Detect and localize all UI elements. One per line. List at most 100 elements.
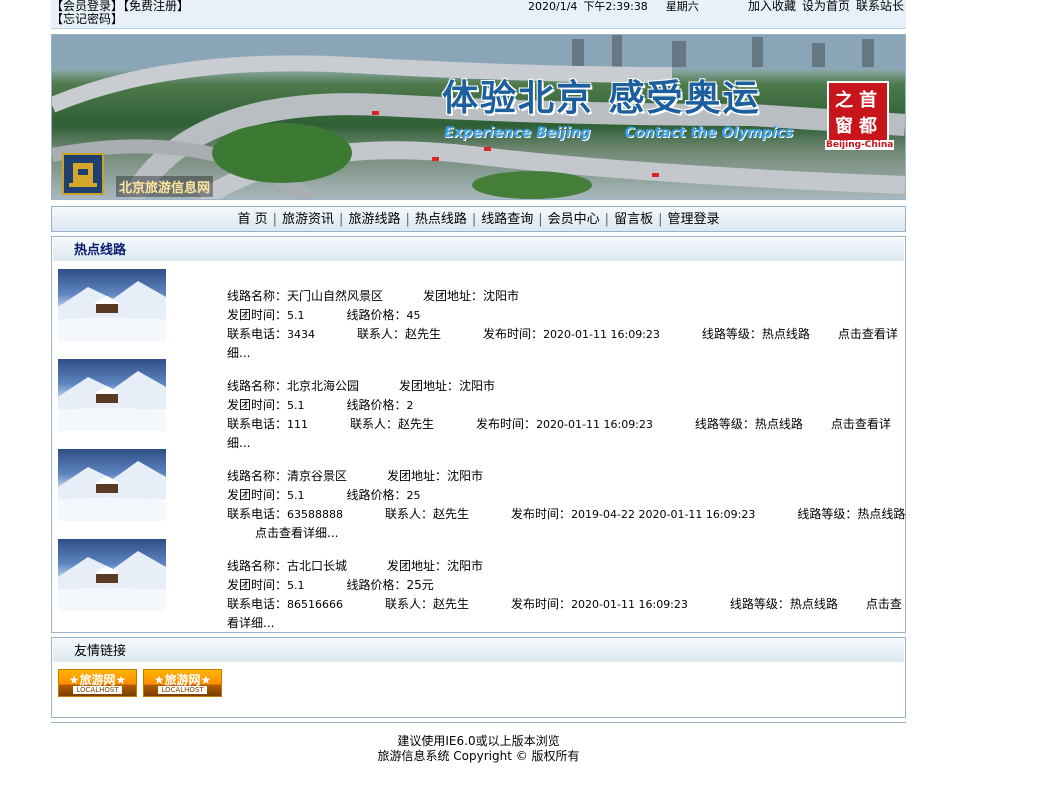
route-thumbnail[interactable] — [58, 449, 166, 521]
nav-member-center[interactable]: 会员中心 — [548, 212, 600, 227]
route-name-label: 线路名称： — [227, 379, 288, 393]
route-publish-time: 2020-01-11 16:09:23 — [543, 328, 660, 341]
nav-separator: | — [658, 212, 663, 227]
route-contact-label: 联系人： — [357, 327, 406, 341]
route-level-label: 线路等级： — [694, 417, 755, 431]
route-thumbnail[interactable] — [58, 359, 166, 431]
date-text: 2020/1/4 — [528, 0, 578, 13]
route-origin-label: 发团地址： — [423, 289, 484, 303]
nav-admin-login[interactable]: 管理登录 — [667, 212, 719, 227]
nav-travel-news[interactable]: 旅游资讯 — [282, 212, 334, 227]
capital-seal-icon: 首 都 之 窗 — [827, 81, 889, 145]
route-origin: 沈阳市 — [447, 469, 484, 483]
route-price-label: 线路价格： — [346, 398, 407, 412]
nav-route-search[interactable]: 线路查询 — [481, 212, 533, 227]
route-level-label: 线路等级： — [797, 507, 858, 521]
route-phone-label: 联系电话： — [227, 417, 288, 431]
register-link[interactable]: 【免费注册】 — [123, 0, 189, 13]
route-depart: 5.1 — [287, 309, 305, 322]
friend-link-sub: LOCALHOST — [158, 686, 207, 694]
site-logo-icon — [62, 153, 104, 195]
route-level: 热点线路 — [761, 327, 810, 341]
nav-separator: | — [538, 212, 543, 227]
forgot-password-link[interactable]: 【忘记密码】 — [51, 12, 123, 26]
nav-guestbook[interactable]: 留言板 — [614, 212, 653, 227]
friend-link-banner[interactable]: ★旅游网★ LOCALHOST — [143, 669, 222, 697]
contact-admin-link[interactable]: 联系站长 — [856, 0, 904, 13]
route-info: 线路名称：北京北海公园 发团地址：沈阳市 发团时间：5.1 线路价格：2 联系电话：… — [227, 377, 910, 453]
route-price-label: 线路价格： — [346, 308, 407, 322]
seal-char-2: 都 — [859, 116, 877, 137]
route-level: 热点线路 — [789, 597, 838, 611]
route-level-label: 线路等级： — [701, 327, 762, 341]
route-phone: 3434 — [287, 328, 316, 341]
nav-separator: | — [471, 212, 477, 227]
route-item: 线路名称：天门山自然风景区 发团地址：沈阳市 发团时间：5.1 线路价格：45 联系… — [58, 269, 904, 360]
route-contact-label: 联系人： — [385, 597, 434, 611]
route-level-label: 线路等级： — [729, 597, 790, 611]
route-phone-label: 联系电话： — [227, 597, 288, 611]
add-favorite-link[interactable]: 加入收藏 — [748, 0, 796, 13]
nav-hot-routes[interactable]: 热点线路 — [415, 212, 467, 227]
route-name: 北京北海公园 — [287, 379, 360, 393]
site-links: 加入收藏 设为首页 联系站长 — [742, 0, 904, 13]
route-origin: 沈阳市 — [459, 379, 496, 393]
route-price: 25 — [406, 489, 421, 502]
route-level: 热点线路 — [754, 417, 803, 431]
nav-separator: | — [405, 212, 410, 227]
route-publish-label: 发布时间： — [476, 417, 537, 431]
route-phone: 111 — [287, 418, 309, 431]
nav-travel-routes[interactable]: 旅游线路 — [348, 212, 400, 227]
route-publish-label: 发布时间： — [483, 327, 544, 341]
route-name: 古北口长城 — [287, 559, 348, 573]
route-detail-link[interactable]: 点击查看详细... — [255, 526, 338, 540]
seal-char-3: 之 — [835, 90, 853, 111]
footer: 建议使用IE6.0或以上版本浏览 旅游信息系统 Copyright © 版权所有 — [51, 734, 906, 764]
copyright: 旅游信息系统 Copyright © 版权所有 — [377, 749, 580, 763]
seal-char-4: 窗 — [835, 116, 853, 137]
route-depart: 5.1 — [287, 579, 305, 592]
top-bar: 【会员登录】【免费注册】【忘记密码】 2020/1/4 下午2:39:38 星期六 … — [51, 0, 906, 29]
weekday-text: 星期六 — [665, 0, 699, 13]
friend-link-banner[interactable]: ★旅游网★ LOCALHOST — [58, 669, 137, 697]
route-publish-label: 发布时间： — [511, 597, 572, 611]
route-contact: 赵先生 — [398, 417, 435, 431]
friend-links-header: 友情链接 — [53, 639, 904, 662]
route-depart: 5.1 — [287, 399, 305, 412]
route-thumbnail[interactable] — [58, 539, 166, 611]
footer-divider — [51, 722, 906, 723]
slogan-en-part-2: Contact the Olympics — [624, 125, 794, 141]
account-links: 【会员登录】【免费注册】【忘记密码】 — [51, 0, 251, 26]
hot-routes-title: 热点线路 — [74, 243, 127, 258]
route-contact: 赵先生 — [405, 327, 442, 341]
site-name: 北京旅游信息网 — [116, 176, 214, 197]
route-publish-time: 2020-01-11 16:09:23 — [571, 598, 688, 611]
route-contact: 赵先生 — [433, 597, 470, 611]
route-info: 线路名称：天门山自然风景区 发团地址：沈阳市 发团时间：5.1 线路价格：45 联系… — [227, 287, 910, 363]
browser-hint: 建议使用IE6.0或以上版本浏览 — [397, 734, 560, 748]
route-origin-label: 发团地址： — [399, 379, 460, 393]
route-contact: 赵先生 — [433, 507, 470, 521]
route-item: 线路名称：古北口长城 发团地址：沈阳市 发团时间：5.1 线路价格：25元 联系电话… — [58, 539, 904, 630]
route-price-label: 线路价格： — [346, 488, 407, 502]
route-depart-label: 发团时间： — [227, 398, 288, 412]
set-homepage-link[interactable]: 设为首页 — [802, 0, 850, 13]
seal-char-1: 首 — [859, 90, 877, 111]
route-price: 2 — [406, 399, 414, 412]
route-name-label: 线路名称： — [227, 469, 288, 483]
friend-links-panel: 友情链接 ★旅游网★ LOCALHOST ★旅游网★ LOCALHOST — [51, 637, 906, 718]
nav-separator: | — [604, 212, 610, 227]
route-thumbnail[interactable] — [58, 269, 166, 341]
route-info: 线路名称：清京谷景区 发团地址：沈阳市 发团时间：5.1 线路价格：25 联系电话：… — [227, 467, 910, 543]
header-banner: 北京旅游信息网 体验北京 感受奥运 Experience Beijing Cont… — [51, 34, 906, 200]
route-price: 45 — [406, 309, 421, 322]
route-info: 线路名称：古北口长城 发团地址：沈阳市 发团时间：5.1 线路价格：25元 联系电话… — [227, 557, 910, 633]
route-publish-label: 发布时间： — [511, 507, 572, 521]
route-item: 线路名称：清京谷景区 发团地址：沈阳市 发团时间：5.1 线路价格：25 联系电话：… — [58, 449, 905, 540]
route-publish-time: 2020-01-11 16:09:23 — [536, 418, 653, 431]
route-phone-label: 联系电话： — [227, 327, 288, 341]
route-origin-label: 发团地址： — [387, 469, 448, 483]
route-level: 热点线路 — [857, 507, 906, 521]
nav-home[interactable]: 首 页 — [238, 212, 268, 227]
hot-routes-header: 热点线路 — [53, 238, 904, 261]
